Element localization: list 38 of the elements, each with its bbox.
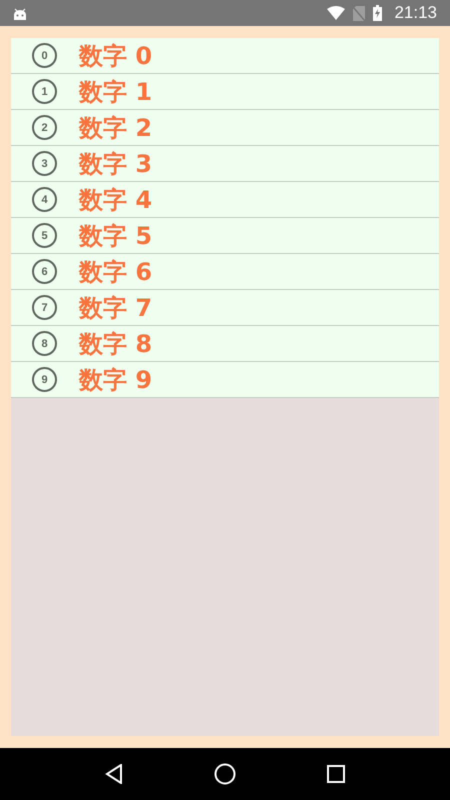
back-icon[interactable] [105, 764, 124, 784]
list-item[interactable]: 1 数字 1 [11, 74, 439, 110]
circled-number-icon: 8 [32, 331, 57, 356]
circled-number-icon: 7 [32, 295, 57, 320]
circled-number-icon: 2 [32, 115, 57, 140]
list-item[interactable]: 6 数字 6 [11, 254, 439, 290]
circled-number-icon: 6 [32, 259, 57, 284]
circled-number-icon: 5 [32, 223, 57, 248]
battery-charging-icon [373, 5, 382, 21]
item-label: 数字 8 [79, 332, 152, 356]
circled-number-icon: 0 [32, 43, 57, 68]
item-label: 数字 2 [79, 116, 152, 140]
item-label: 数字 4 [79, 188, 152, 212]
list-item[interactable]: 8 数字 8 [11, 326, 439, 362]
list-item[interactable]: 2 数字 2 [11, 110, 439, 146]
item-label: 数字 7 [79, 296, 152, 320]
wifi-icon [327, 6, 346, 20]
circled-number-icon: 3 [32, 151, 57, 176]
list-item[interactable]: 9 数字 9 [11, 362, 439, 398]
list-item[interactable]: 4 数字 4 [11, 182, 439, 218]
list-item[interactable]: 5 数字 5 [11, 218, 439, 254]
item-label: 数字 1 [79, 80, 152, 104]
list-item[interactable]: 0 数字 0 [11, 38, 439, 74]
item-label: 数字 6 [79, 260, 152, 284]
item-label: 数字 3 [79, 152, 152, 176]
clock-time: 21:13 [394, 3, 437, 23]
home-icon[interactable] [214, 763, 236, 785]
circled-number-icon: 1 [32, 79, 57, 104]
circled-number-icon: 9 [32, 367, 57, 392]
no-sim-icon [353, 6, 366, 20]
item-label: 数字 5 [79, 224, 152, 248]
item-label: 数字 9 [79, 368, 152, 392]
android-icon [13, 6, 27, 20]
recents-icon[interactable] [326, 765, 345, 783]
list-item[interactable]: 3 数字 3 [11, 146, 439, 182]
list-item[interactable]: 7 数字 7 [11, 290, 439, 326]
item-label: 数字 0 [79, 44, 152, 68]
circled-number-icon: 4 [32, 187, 57, 212]
